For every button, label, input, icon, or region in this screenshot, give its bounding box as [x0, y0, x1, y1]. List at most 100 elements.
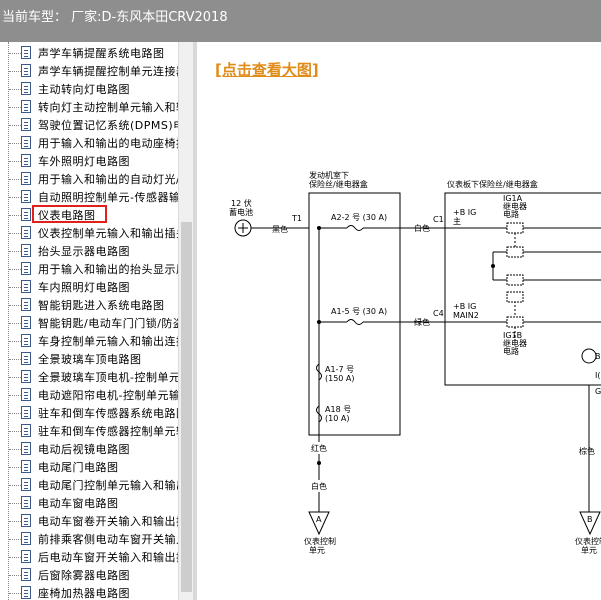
tree-connector-branch [9, 467, 21, 468]
document-icon [21, 442, 31, 455]
tree-item-label: 车外照明灯电路图 [38, 155, 130, 168]
document-icon [21, 136, 31, 149]
tree-item[interactable]: 电动后视镜电路图 [0, 440, 178, 458]
tree-connector-branch [9, 521, 21, 522]
box2-title: 仪表板下保险丝/继电器盒 [447, 179, 538, 189]
tree-item[interactable]: 电动车窗电路图 [0, 494, 178, 512]
tree-item-label: 电动尾门控制单元输入和输出 [38, 479, 178, 492]
document-icon [21, 424, 31, 437]
tree-item-label: 全景玻璃车顶电路图 [38, 353, 142, 366]
tree-connector-branch [9, 305, 21, 306]
tree-connector-branch [9, 341, 21, 342]
tree-item[interactable]: 驾驶位置记忆系统(DPMS)电 [0, 116, 178, 134]
tree-item[interactable]: 车身控制单元输入和输出连接 [0, 332, 178, 350]
tree-item[interactable]: 前排乘客侧电动车窗开关输入 [0, 530, 178, 548]
tree-item[interactable]: 用于输入和输出的抬头显示屏 [0, 260, 178, 278]
tree-item-label: 电动尾门电路图 [38, 461, 119, 474]
tree-item[interactable]: 智能钥匙进入系统电路图 [0, 296, 178, 314]
tree-connector-branch [9, 197, 21, 198]
current-model-text: 当前车型： 厂家:D-东风本田CRV2018 [2, 10, 228, 25]
document-icon [21, 244, 31, 257]
document-icon [21, 226, 31, 239]
document-icon [21, 514, 31, 527]
tree-item-label: 驾驶位置记忆系统(DPMS)电 [38, 119, 178, 132]
tree-item-label: 电动车窗电路图 [38, 497, 119, 510]
wiring-diagram: 12 伏 蓄电池 黑色 T1 发动机室下 保险丝/继电器盒 A2-2 号 (30… [229, 170, 601, 555]
wire-black-label: 黑色 [272, 224, 288, 234]
tree-item-label: 驻车和倒车传感器系统电路图 [38, 407, 178, 420]
tree-item[interactable]: 电动尾门电路图 [0, 458, 178, 476]
tree-item[interactable]: 驻车和倒车传感器系统电路图 [0, 404, 178, 422]
tree-item-label: 智能钥匙/电动车门门锁/防盗 [38, 317, 178, 330]
tree-item[interactable]: 驻车和倒车传感器控制单元输 [0, 422, 178, 440]
document-icon [21, 460, 31, 473]
scrollbar-thumb[interactable] [181, 222, 192, 592]
c4-label: C4 [433, 309, 444, 318]
tree-item[interactable]: 抬头显示器电路图 [0, 242, 178, 260]
tree-connector-branch [9, 215, 21, 216]
tree-item-label: 后电动车窗开关输入和输出插 [38, 551, 178, 564]
tree-connector-branch [9, 251, 21, 252]
box1-title-1: 发动机室下 [309, 170, 349, 180]
tree-item[interactable]: 声学车辆提醒系统电路图 [0, 44, 178, 62]
tree-item-label: 仪表控制单元输入和输出插头 [38, 227, 178, 240]
tree-item[interactable]: 声学车辆提醒控制单元连接器 [0, 62, 178, 80]
tree-connector-branch [9, 161, 21, 162]
document-icon [21, 262, 31, 275]
c1-label: C1 [433, 215, 444, 224]
tree-item[interactable]: 用于输入和输出的自动灯光/ [0, 170, 178, 188]
tree-item[interactable]: 车内照明灯电路图 [0, 278, 178, 296]
tree-connector-branch [9, 593, 21, 594]
tree-item[interactable]: 仪表控制单元输入和输出插头 [0, 224, 178, 242]
tree-item[interactable]: 全景玻璃车顶电机-控制单元 [0, 368, 178, 386]
document-icon [21, 352, 31, 365]
wire-brown-label: 棕色 [579, 446, 595, 456]
document-icon [21, 496, 31, 509]
document-icon [21, 370, 31, 383]
document-icon [21, 334, 31, 347]
fuse-a22-label: A2-2 号 (30 A) [331, 213, 387, 222]
tree-item[interactable]: 后窗除雾器电路图 [0, 566, 178, 584]
tree-connector-branch [9, 431, 21, 432]
tree-item[interactable]: 电动尾门控制单元输入和输出 [0, 476, 178, 494]
tree-item[interactable]: 后电动车窗开关输入和输出插 [0, 548, 178, 566]
tree-item-label: 自动照明控制单元-传感器输 [38, 191, 178, 204]
tree-item[interactable]: 转向灯主动控制单元输入和输 [0, 98, 178, 116]
battery-label-2: 蓄电池 [229, 207, 253, 217]
wire-white2-label: 白色 [311, 481, 327, 491]
ig1b-label-3: 电路 [503, 346, 519, 356]
battery-label-1: 12 伏 [231, 198, 252, 208]
tree-item[interactable]: 全景玻璃车顶电路图 [0, 350, 178, 368]
document-icon [21, 388, 31, 401]
tree-connector-branch [9, 413, 21, 414]
sidebar-scrollbar[interactable] [178, 42, 193, 600]
tree-connector-branch [9, 323, 21, 324]
tree-item[interactable]: 用于输入和输出的电动座椅控 [0, 134, 178, 152]
document-icon [21, 406, 31, 419]
tree-connector-branch [9, 71, 21, 72]
fuse-a15-label: A1-5 号 (30 A) [331, 307, 387, 316]
tree-item-label: 后窗除雾器电路图 [38, 569, 130, 582]
tree-item[interactable]: 电动遮阳帘电机-控制单元输 [0, 386, 178, 404]
tree-connector-branch [9, 539, 21, 540]
tree-item[interactable]: 主动转向灯电路图 [0, 80, 178, 98]
tree-item[interactable]: 座椅加热器电路图 [0, 584, 178, 600]
document-icon [21, 118, 31, 131]
tree-connector-branch [9, 287, 21, 288]
tree-item[interactable]: 车外照明灯电路图 [0, 152, 178, 170]
tree-connector-branch [9, 233, 21, 234]
tree-item-label: 主动转向灯电路图 [38, 83, 130, 96]
relay-ig1b [506, 316, 524, 328]
tree-item[interactable]: 自动照明控制单元-传感器输 [0, 188, 178, 206]
tree-view[interactable]: 声学车辆提醒系统电路图声学车辆提醒控制单元连接器 主动转向灯电路图转向灯主动控制单… [0, 42, 178, 600]
bplus-ig-1: +B IG [453, 208, 476, 217]
tree-item[interactable]: 智能钥匙/电动车门门锁/防盗 [0, 314, 178, 332]
document-icon [21, 82, 31, 95]
fuse-a22 [346, 225, 364, 231]
sidebar-tree[interactable]: 声学车辆提醒系统电路图声学车辆提醒控制单元连接器 主动转向灯电路图转向灯主动控制单… [0, 42, 193, 600]
document-icon [21, 46, 31, 59]
tree-item[interactable]: 电动车窗卷开关输入和输出插 [0, 512, 178, 530]
document-icon [21, 154, 31, 167]
title-bar: 当前车型： 厂家:D-东风本田CRV2018 [0, 0, 601, 42]
tree-item-label: 声学车辆提醒控制单元连接器 [38, 65, 178, 78]
